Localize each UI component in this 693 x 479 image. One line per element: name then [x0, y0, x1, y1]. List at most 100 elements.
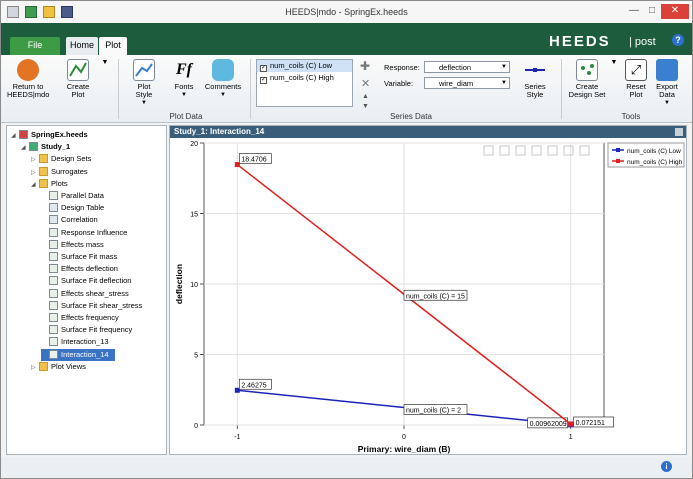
tree-item-label: Plots [51, 178, 68, 188]
export-icon [656, 59, 678, 81]
remove-series-icon[interactable]: ✕ [361, 77, 370, 90]
tree-item-label: Surface Fit deflection [61, 276, 132, 286]
tab-plot[interactable]: Plot [99, 37, 127, 55]
plot-style-button[interactable]: Plot Style ▼ [125, 59, 163, 107]
tree-item-label: Effects shear_stress [61, 288, 129, 298]
tree-item-label: Parallel Data [61, 191, 104, 200]
ribbon-separator [118, 59, 119, 119]
comments-button[interactable]: Comments ▼ [203, 59, 243, 99]
tree-item-label: Surrogates [51, 166, 88, 176]
info-icon[interactable]: i [661, 461, 672, 472]
plot-icon [49, 300, 58, 310]
expander-icon[interactable]: ◢ [21, 142, 29, 154]
tree-item[interactable]: Parallel Data [41, 190, 104, 202]
return-to-heeds-button[interactable]: Return to HEEDS|mdo [7, 59, 49, 99]
comment-icon [212, 59, 234, 81]
tree-item[interactable]: Effects shear_stress [41, 288, 129, 300]
expander-icon[interactable]: ◢ [11, 130, 19, 142]
y-axis-label: deflection [174, 264, 184, 304]
tree-item[interactable]: ◢ SpringEx.heeds [11, 129, 88, 141]
tree-item-label: Effects frequency [61, 313, 119, 322]
panel-menu-icon[interactable] [675, 128, 683, 136]
variable-dropdown[interactable]: wire_diam ▼ [424, 77, 510, 89]
tree-item[interactable]: ◢ Plots [31, 178, 68, 190]
add-series-icon[interactable]: ✚ [360, 59, 370, 73]
reset-icon: ⤢ [625, 59, 647, 81]
tree-item[interactable]: ▷ Design Sets [31, 153, 91, 165]
response-dropdown[interactable]: deflection ▼ [424, 61, 510, 73]
create-plot-button[interactable]: Create Plot [57, 59, 99, 99]
tree-item[interactable]: Effects mass [41, 239, 104, 251]
heeds-logo: HEEDS [549, 33, 611, 50]
tree-item[interactable]: Interaction_13 [41, 336, 109, 348]
export-data-button[interactable]: Export Data ▼ [652, 59, 682, 107]
minimize-button[interactable]: — [625, 4, 643, 19]
tree-item[interactable]: Surface Fit shear_stress [41, 300, 142, 312]
checkbox-checked-icon[interactable]: ✓ [260, 65, 267, 72]
move-up-icon[interactable]: ▲ [362, 93, 369, 100]
maximize-button[interactable]: □ [643, 4, 661, 19]
plot-icon [49, 191, 58, 200]
series-annotation: num_coils (C) = 15 [406, 293, 465, 300]
tree-item[interactable]: Design Table [41, 202, 104, 214]
tree-item[interactable]: Surface Fit frequency [41, 324, 132, 336]
tree-item[interactable]: Surface Fit mass [41, 251, 117, 263]
y-tick-label: 10 [190, 282, 198, 289]
group-series-data-label: Series Data [390, 112, 432, 121]
legend-marker [616, 148, 620, 152]
variable-label: Variable: [384, 79, 414, 88]
close-button[interactable]: ✕ [661, 4, 689, 19]
series-annotation: num_coils (C) = 2 [406, 408, 461, 415]
fonts-dropdown-icon: ▼ [181, 92, 187, 98]
study-icon [29, 142, 38, 152]
tree-item[interactable]: ▷ Plot Views [31, 361, 86, 373]
comments-dropdown-icon: ▼ [220, 92, 226, 98]
tree-item[interactable]: Interaction_14 [41, 348, 115, 361]
tree-item[interactable]: Surface Fit deflection [41, 275, 131, 287]
series-item-high[interactable]: ✓ num_coils (C) High [257, 72, 352, 84]
tree-item[interactable]: Correlation [41, 214, 98, 226]
expander-icon[interactable]: ▷ [31, 154, 39, 166]
tab-home[interactable]: Home [66, 37, 98, 55]
design-set-dropdown-icon[interactable]: ▼ [609, 59, 619, 67]
series-list[interactable]: ✓ num_coils (C) Low ✓ num_coils (C) High [256, 59, 353, 107]
x-tick-label: -1 [234, 434, 240, 441]
create-plot-dropdown-icon[interactable]: ▼ [100, 59, 110, 67]
checkbox-checked-icon[interactable]: ✓ [260, 77, 267, 84]
series-style-icon [524, 59, 546, 81]
expander-icon[interactable]: ▷ [31, 167, 39, 179]
table-icon [49, 215, 58, 225]
series-style-button[interactable]: Series Style [517, 59, 553, 99]
fonts-button[interactable]: Ff Fonts ▼ [167, 59, 201, 99]
help-icon[interactable]: ? [672, 34, 684, 46]
series-item-low[interactable]: ✓ num_coils (C) Low [257, 60, 352, 72]
chevron-down-icon: ▼ [501, 64, 507, 70]
move-down-icon[interactable]: ▼ [362, 103, 369, 110]
plot-icon [49, 349, 58, 359]
tab-file[interactable]: File [10, 37, 60, 55]
reset-plot-button[interactable]: ⤢ Reset Plot [621, 59, 651, 99]
tree-item[interactable]: ▷ Surrogates [31, 166, 88, 178]
plot-icon [49, 264, 58, 274]
tree-item-label: Response Influence [61, 227, 128, 237]
tree-item[interactable]: Effects frequency [41, 312, 119, 324]
tree-item[interactable]: ◢ Study_1 [21, 141, 70, 153]
tree-item[interactable]: Response Influence [41, 227, 127, 239]
tree-item[interactable]: Effects deflection [41, 263, 118, 275]
expander-icon[interactable]: ▷ [31, 362, 39, 374]
y-tick-label: 15 [190, 212, 198, 219]
group-tools-label: Tools [621, 112, 641, 121]
create-design-set-button[interactable]: Create Design Set [565, 59, 609, 99]
folder-icon [39, 166, 48, 176]
interaction-chart: -1 0 105101520Primary: wire_diam (B)deflec… [174, 141, 685, 454]
expander-icon[interactable]: ◢ [31, 179, 39, 191]
tree-item-label: Design Sets [51, 154, 92, 164]
response-label: Response: [384, 63, 420, 72]
status-bar: i [1, 457, 692, 478]
tree-item-label: Effects deflection [61, 264, 118, 274]
plot-icon [49, 325, 58, 335]
folder-icon [39, 154, 48, 164]
tree-item-label: Study_1 [41, 142, 71, 152]
ribbon: Return to HEEDS|mdo Create Plot ▼ Plot S… [1, 55, 692, 123]
legend-entry: num_coils (C) High [627, 159, 683, 166]
